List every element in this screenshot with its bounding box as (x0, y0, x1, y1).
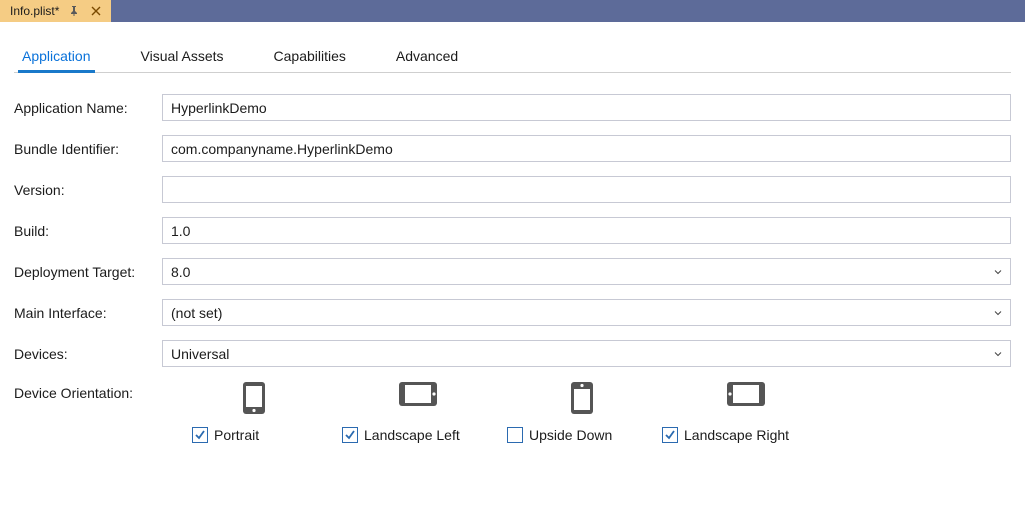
row-device-orientation: Device Orientation: (14, 374, 1011, 450)
row-bundle-identifier: Bundle Identifier: (14, 128, 1011, 169)
dropdown-value: 8.0 (171, 264, 190, 280)
label-deployment-target: Deployment Target: (14, 264, 152, 280)
row-devices: Devices: Universal (14, 333, 1011, 374)
bundle-identifier-input[interactable] (162, 135, 1011, 162)
tab-capabilities[interactable]: Capabilities (272, 42, 348, 72)
editor-tabs: Application Visual Assets Capabilities A… (14, 42, 1011, 73)
application-name-input[interactable] (162, 94, 1011, 121)
tab-visual-assets[interactable]: Visual Assets (139, 42, 226, 72)
landscape-left-device-icon (396, 381, 440, 415)
tab-label: Application (22, 48, 91, 64)
version-input[interactable] (162, 176, 1011, 203)
label-bundle-identifier: Bundle Identifier: (14, 141, 152, 157)
tab-label: Capabilities (274, 48, 346, 64)
orientation-icons (192, 381, 1011, 415)
label-devices: Devices: (14, 346, 152, 362)
build-input[interactable] (162, 217, 1011, 244)
label-version: Version: (14, 182, 152, 198)
deployment-target-dropdown[interactable]: 8.0 (162, 258, 1011, 285)
row-application-name: Application Name: (14, 87, 1011, 128)
pin-icon[interactable] (67, 4, 81, 18)
checkbox-box (662, 427, 678, 443)
form-panel: Application Name: Bundle Identifier: Ver… (14, 73, 1011, 450)
landscape-right-device-icon (724, 381, 768, 415)
label-build: Build: (14, 223, 152, 239)
close-icon[interactable] (89, 4, 103, 18)
upside-down-device-icon (560, 381, 604, 415)
row-deployment-target: Deployment Target: 8.0 (14, 251, 1011, 292)
main-interface-dropdown[interactable]: (not set) (162, 299, 1011, 326)
row-build: Build: (14, 210, 1011, 251)
checkbox-landscape-right[interactable]: Landscape Right (662, 427, 789, 443)
checkbox-label: Upside Down (529, 427, 612, 443)
checkbox-portrait[interactable]: Portrait (192, 427, 342, 443)
row-version: Version: (14, 169, 1011, 210)
row-main-interface: Main Interface: (not set) (14, 292, 1011, 333)
tab-application[interactable]: Application (20, 42, 93, 72)
tab-label: Advanced (396, 48, 458, 64)
file-tab-label: Info.plist* (10, 4, 59, 18)
editor-content: Application Visual Assets Capabilities A… (0, 22, 1025, 458)
chevron-down-icon (994, 350, 1002, 358)
checkbox-label: Landscape Right (684, 427, 789, 443)
portrait-device-icon (232, 381, 276, 415)
label-device-orientation: Device Orientation: (14, 381, 152, 401)
file-tab[interactable]: Info.plist* (0, 0, 111, 22)
checkbox-label: Landscape Left (364, 427, 460, 443)
label-application-name: Application Name: (14, 100, 152, 116)
dropdown-value: (not set) (171, 305, 222, 321)
orientation-checkboxes: Portrait Landscape Left Upside Down Land… (192, 427, 1011, 443)
title-bar: Info.plist* (0, 0, 1025, 22)
tab-label: Visual Assets (141, 48, 224, 64)
checkbox-upside-down[interactable]: Upside Down (507, 427, 662, 443)
checkbox-box (192, 427, 208, 443)
tab-advanced[interactable]: Advanced (394, 42, 460, 72)
label-main-interface: Main Interface: (14, 305, 152, 321)
checkbox-box (507, 427, 523, 443)
orientation-group: Portrait Landscape Left Upside Down Land… (162, 381, 1011, 443)
chevron-down-icon (994, 309, 1002, 317)
checkbox-box (342, 427, 358, 443)
checkbox-landscape-left[interactable]: Landscape Left (342, 427, 507, 443)
dropdown-value: Universal (171, 346, 229, 362)
checkbox-label: Portrait (214, 427, 259, 443)
devices-dropdown[interactable]: Universal (162, 340, 1011, 367)
chevron-down-icon (994, 268, 1002, 276)
